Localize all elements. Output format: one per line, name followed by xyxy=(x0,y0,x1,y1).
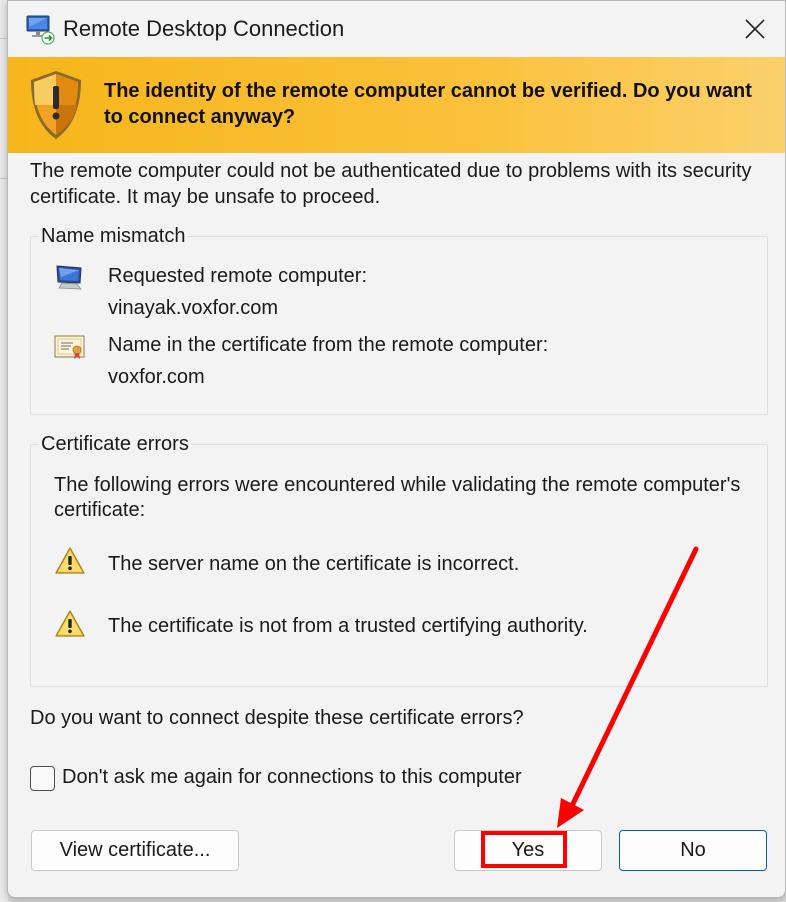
yes-button[interactable]: Yes xyxy=(454,830,602,871)
warning-banner: The identity of the remote computer cann… xyxy=(8,57,785,153)
computer-icon xyxy=(56,265,82,290)
name-mismatch-group: Name mismatch Requested remote computer:… xyxy=(30,225,768,415)
dont-ask-again-label[interactable]: Don't ask me again for connections to th… xyxy=(62,766,522,789)
warning-icon xyxy=(55,610,85,637)
certificate-name-label: Name in the certificate from the remote … xyxy=(108,334,549,356)
security-shield-icon xyxy=(31,71,81,139)
remote-desktop-icon xyxy=(26,15,55,45)
error-item-1: The server name on the certificate is in… xyxy=(108,553,520,575)
certificate-name-value: voxfor.com xyxy=(108,366,205,388)
no-button[interactable]: No xyxy=(619,830,767,871)
certificate-errors-description: The following errors were encountered wh… xyxy=(54,474,741,521)
title-bar: Remote Desktop Connection xyxy=(8,1,785,57)
certificate-errors-group: Certificate errors The following errors … xyxy=(30,433,768,687)
dont-ask-again-checkbox[interactable] xyxy=(30,766,55,791)
certificate-icon xyxy=(54,335,85,359)
security-warning-dialog: Remote Desktop Connection The identity o… xyxy=(7,0,786,898)
requested-computer-label: Requested remote computer: xyxy=(108,265,368,287)
error-item-2: The certificate is not from a trusted ce… xyxy=(108,615,588,637)
close-icon xyxy=(745,19,765,39)
window-title: Remote Desktop Connection xyxy=(63,16,345,41)
intro-text: The remote computer could not be authent… xyxy=(30,160,752,208)
name-mismatch-title: Name mismatch xyxy=(39,225,188,248)
close-button[interactable] xyxy=(725,1,785,57)
requested-computer-value: vinayak.voxfor.com xyxy=(108,297,279,319)
connect-question: Do you want to connect despite these cer… xyxy=(30,707,524,729)
view-certificate-button[interactable]: View certificate... xyxy=(31,830,239,871)
warning-headline: The identity of the remote computer cann… xyxy=(104,80,752,128)
warning-icon xyxy=(55,547,85,574)
certificate-errors-title: Certificate errors xyxy=(39,433,191,456)
